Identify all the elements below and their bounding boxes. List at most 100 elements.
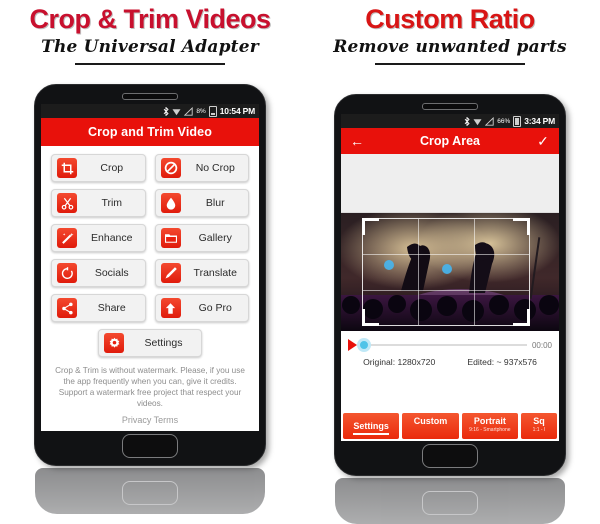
watermark-note: Crop & Trim is without watermark. Please… — [55, 366, 245, 408]
settings-label: Settings — [144, 337, 183, 349]
checkmark-icon[interactable]: ✓ — [535, 134, 551, 148]
crop-overlay[interactable] — [362, 218, 530, 326]
crop-button[interactable]: Crop — [51, 154, 146, 182]
original-size: Original: 1280x720 — [363, 357, 436, 367]
battery-icon — [208, 105, 217, 117]
button-row: Socials Translate — [51, 259, 249, 287]
no-crop-icon — [160, 158, 181, 178]
status-time: 3:34 PM — [524, 116, 555, 126]
trim-button[interactable]: Trim — [51, 189, 146, 217]
pencil-icon — [160, 263, 181, 283]
battery-percent: 66% — [497, 117, 511, 125]
left-panel: Crop & Trim Videos The Universal Adapter — [0, 0, 300, 516]
tab-custom[interactable]: Custom — [402, 413, 459, 439]
bluetooth-icon — [163, 106, 169, 116]
crop-grid-line — [363, 254, 529, 256]
right-phone-reflection — [335, 478, 565, 524]
phone-home-button[interactable] — [422, 444, 478, 468]
battery-percent: 8% — [196, 107, 206, 115]
right-title: Custom Ratio — [365, 4, 535, 34]
right-subtitle: Remove unwanted parts — [333, 37, 567, 57]
phone-speaker — [422, 103, 478, 110]
crop-grid-line — [418, 219, 420, 325]
folder-icon — [160, 228, 181, 248]
left-phone-screen: 8% 10:54 PM Crop and Trim Video Crop No … — [41, 104, 259, 431]
tab-portrait-sub: 9:16 - Smartphone — [469, 427, 511, 433]
crop-grid-line — [473, 219, 475, 325]
up-arrow-icon — [160, 298, 181, 318]
app-store-promo-banner: Crop & Trim Videos The Universal Adapter — [0, 0, 600, 524]
go-pro-button[interactable]: Go Pro — [154, 294, 249, 322]
ratio-tab-bar: Settings Custom Portrait 9:16 - Smartpho… — [341, 413, 559, 441]
translate-button[interactable]: Translate — [154, 259, 249, 287]
signal-icon — [184, 106, 193, 116]
button-row: Share Go Pro — [51, 294, 249, 322]
crop-label: Crop — [100, 162, 124, 174]
refresh-circle-icon — [57, 263, 77, 283]
left-status-bar: 8% 10:54 PM — [41, 104, 259, 118]
right-divider — [375, 63, 525, 65]
no-crop-label: No Crop — [195, 162, 235, 174]
right-phone-screen: 66% 3:34 PM ← Crop Area ✓ 00:00 Original… — [341, 114, 559, 441]
tab-square-label: Sq — [533, 416, 545, 426]
action-button-grid: Crop No Crop Trim Blur Enhance Gallery S… — [41, 146, 259, 357]
tab-square-sub: 1:1 - I — [532, 427, 546, 433]
share-label: Share — [97, 302, 126, 314]
gallery-button[interactable]: Gallery — [154, 224, 249, 252]
tab-settings[interactable]: Settings — [343, 413, 400, 439]
droplet-icon — [160, 193, 181, 213]
tab-custom-label: Custom — [413, 416, 448, 426]
tab-square[interactable]: Sq 1:1 - I — [520, 413, 557, 439]
share-button[interactable]: Share — [51, 294, 146, 322]
crop-handle-bottom-left[interactable] — [362, 309, 379, 326]
blur-label: Blur — [205, 197, 225, 209]
trim-label: Trim — [101, 197, 123, 209]
back-arrow-icon[interactable]: ← — [349, 134, 365, 148]
right-status-bar: 66% 3:34 PM — [341, 114, 559, 128]
video-preview[interactable] — [341, 213, 559, 331]
signal-icon — [485, 116, 494, 126]
settings-row: Settings — [51, 329, 249, 357]
crop-handle-bottom-right[interactable] — [513, 309, 530, 326]
blur-button[interactable]: Blur — [154, 189, 249, 217]
left-phone-reflection — [35, 468, 265, 514]
no-crop-button[interactable]: No Crop — [154, 154, 249, 182]
crop-handle-top-left[interactable] — [362, 218, 379, 235]
socials-label: Socials — [94, 267, 129, 279]
gear-icon — [104, 333, 124, 353]
left-phone-frame: 8% 10:54 PM Crop and Trim Video Crop No … — [34, 84, 266, 466]
reflection-home-button — [122, 481, 178, 505]
tab-portrait[interactable]: Portrait 9:16 - Smartphone — [461, 413, 518, 439]
privacy-terms-link[interactable]: Privacy Terms — [41, 415, 259, 425]
playback-controls: 00:00 — [341, 331, 559, 352]
battery-icon — [513, 115, 522, 127]
tab-portrait-label: Portrait — [473, 416, 506, 426]
right-phone-frame: 66% 3:34 PM ← Crop Area ✓ 00:00 Original… — [334, 94, 566, 476]
wifi-icon — [172, 107, 181, 116]
dimension-info: Original: 1280x720 Edited: ~ 937x576 — [341, 351, 559, 367]
seek-slider[interactable] — [357, 338, 527, 352]
crop-grid-line — [363, 289, 529, 291]
button-row: Crop No Crop — [51, 154, 249, 182]
button-row: Enhance Gallery — [51, 224, 249, 252]
share-icon — [57, 298, 77, 318]
status-time: 10:54 PM — [219, 106, 255, 116]
right-panel: Custom Ratio Remove unwanted parts 66% 3… — [300, 0, 600, 524]
phone-speaker — [122, 93, 178, 100]
enhance-button[interactable]: Enhance — [51, 224, 146, 252]
toolbar-title: Crop Area — [420, 134, 480, 148]
seek-thumb[interactable] — [357, 338, 371, 352]
reflection-home-button — [422, 491, 478, 515]
play-icon[interactable] — [348, 339, 357, 351]
gallery-label: Gallery — [198, 232, 232, 244]
phone-home-button[interactable] — [122, 434, 178, 458]
translate-label: Translate — [193, 267, 237, 279]
enhance-label: Enhance — [91, 232, 133, 244]
wifi-icon — [473, 117, 482, 126]
settings-button[interactable]: Settings — [98, 329, 202, 357]
crop-handle-top-right[interactable] — [513, 218, 530, 235]
bluetooth-icon — [464, 116, 470, 126]
socials-button[interactable]: Socials — [51, 259, 146, 287]
left-divider — [75, 63, 225, 65]
crop-icon — [57, 158, 77, 178]
